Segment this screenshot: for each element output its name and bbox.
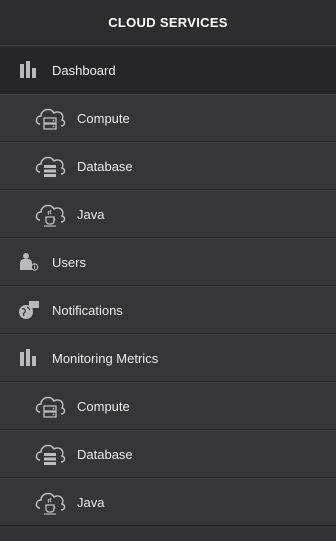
submenu-item-label: Database [77,158,133,174]
cloud-database-icon [33,439,67,469]
menu-item-label: Users [52,254,86,270]
menu-item-users[interactable]: Users [0,238,336,286]
submenu-item-label: Compute [77,110,130,126]
menu-item-label: Monitoring Metrics [52,350,159,366]
globe-chat-icon [18,299,40,321]
bar-chart-icon [18,347,40,369]
menu-item-label: Notifications [52,302,123,318]
submenu-item-database[interactable]: Database [0,142,336,190]
submenu-item-java[interactable]: Java [0,190,336,238]
sidebar-nav: CLOUD SERVICES Dashboard Compute Databas… [0,0,336,541]
cloud-java-icon [33,487,67,517]
cloud-java-icon [33,199,67,229]
menu-item-monitoring-metrics[interactable]: Monitoring Metrics [0,334,336,382]
submenu-item-label: Java [77,494,105,510]
bar-chart-icon [18,59,40,81]
submenu-item-compute[interactable]: Compute [0,382,336,430]
submenu-item-label: Java [77,206,105,222]
submenu-item-label: Compute [77,398,130,414]
user-info-icon [18,251,40,273]
cloud-server-icon [33,391,67,421]
submenu-item-compute[interactable]: Compute [0,94,336,142]
submenu-item-label: Database [77,446,133,462]
cloud-database-icon [33,151,67,181]
menu-item-label: Dashboard [52,62,116,78]
app-title: CLOUD SERVICES [0,0,336,46]
menu-item-notifications[interactable]: Notifications [0,286,336,334]
submenu-item-database[interactable]: Database [0,430,336,478]
submenu-item-java[interactable]: Java [0,478,336,526]
cloud-server-icon [33,103,67,133]
menu-item-dashboard[interactable]: Dashboard [0,46,336,94]
